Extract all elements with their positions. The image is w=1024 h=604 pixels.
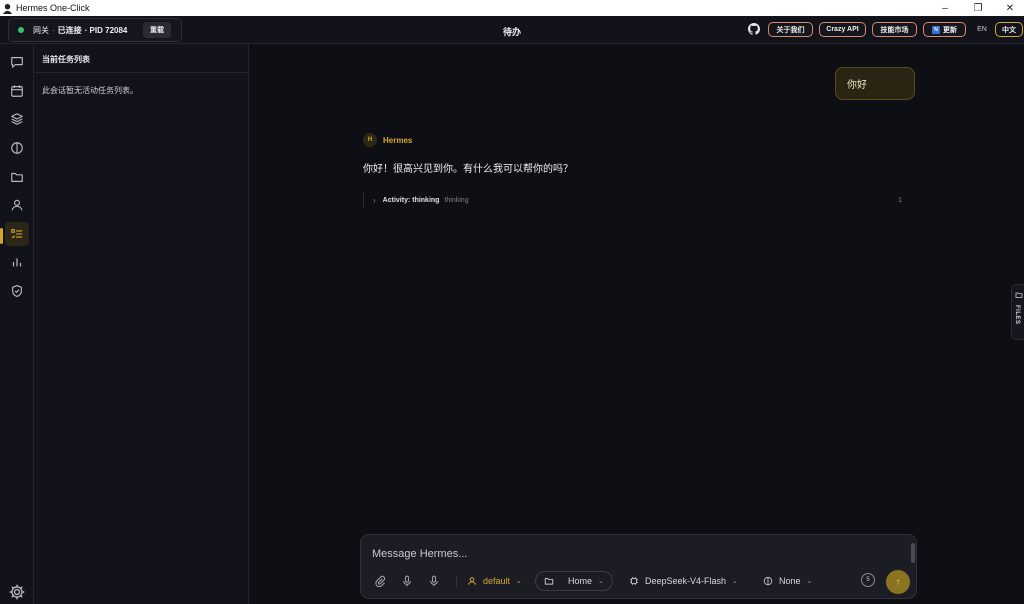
- skill-market-label: 技能市场: [880, 26, 909, 34]
- chevron-down-icon: ⌄: [806, 578, 813, 585]
- chat-area: 你好 H Hermes 你好！很高兴见到你。有什么我可以帮你的吗？ › Acti…: [249, 44, 1024, 604]
- sidebar-item-theme[interactable]: [5, 136, 29, 160]
- github-icon[interactable]: [748, 23, 760, 35]
- circle-half-icon: [11, 142, 23, 154]
- task-panel-empty-text: 此会话暂无活动任务列表。: [42, 86, 138, 95]
- folder-icon: [11, 172, 23, 182]
- minimize-button[interactable]: –: [929, 0, 961, 16]
- activity-label: Activity: thinking: [382, 196, 440, 204]
- bot-avatar: H: [363, 133, 377, 147]
- lang-en-button[interactable]: EN: [973, 22, 991, 37]
- sidebar-item-calendar[interactable]: [5, 79, 29, 103]
- gateway-label: 网关: [33, 25, 49, 35]
- about-label: 关于我们: [776, 26, 805, 34]
- sidebar-item-todo[interactable]: [5, 222, 29, 246]
- calendar-icon: [11, 85, 23, 97]
- attach-button[interactable]: [373, 574, 387, 588]
- sidebar-item-layers[interactable]: [5, 107, 29, 131]
- task-panel-divider: [34, 72, 249, 73]
- sidebar-item-profile[interactable]: [5, 193, 29, 217]
- shield-check-icon: [12, 285, 22, 297]
- chevron-right-icon: ›: [373, 195, 376, 205]
- gateway-sep: ·: [52, 25, 55, 35]
- context-usage-indicator[interactable]: 5: [861, 573, 875, 587]
- sidebar-active-indicator: [0, 228, 3, 244]
- toolbar-divider: [456, 575, 457, 587]
- todo-list-icon: [11, 229, 23, 239]
- bot-name: Hermes: [383, 136, 413, 145]
- skill-market-button[interactable]: 技能市场: [872, 22, 917, 37]
- window-titlebar: Hermes One-Click – ❐ ✕: [0, 0, 1024, 16]
- chip-icon: [629, 576, 639, 586]
- message-input[interactable]: [372, 546, 892, 562]
- send-button[interactable]: ↑: [886, 570, 910, 594]
- sidebar-item-security[interactable]: [5, 279, 29, 303]
- profile-selector[interactable]: default ⌄: [467, 571, 522, 591]
- microphone-icon: [430, 575, 438, 587]
- sidebar-item-stats[interactable]: [5, 250, 29, 274]
- sidebar-item-chat[interactable]: [5, 50, 29, 74]
- paperclip-icon: [375, 575, 386, 587]
- pid-label: · PID 72084: [84, 25, 128, 35]
- app-logo-icon: [2, 3, 13, 14]
- user-message-bubble: 你好: [835, 67, 915, 100]
- bar-chart-icon: [12, 258, 22, 267]
- sidebar: [0, 44, 34, 604]
- folder-icon: [1015, 292, 1023, 298]
- user-icon: [11, 199, 23, 211]
- reasoning-label: None: [779, 576, 801, 586]
- activity-count: 1: [898, 196, 902, 204]
- reasoning-selector[interactable]: None ⌄: [763, 571, 812, 591]
- sidebar-item-files[interactable]: [5, 165, 29, 189]
- reload-button[interactable]: 重载: [143, 22, 171, 38]
- folder-selector[interactable]: Home ⌄: [535, 571, 613, 591]
- layers-icon: [11, 113, 23, 125]
- task-panel: 当前任务列表 此会话暂无活动任务列表。: [34, 44, 249, 604]
- circle-half-icon: [763, 576, 773, 586]
- model-selector[interactable]: DeepSeek-V4-Flash ⌄: [629, 571, 738, 591]
- chat-icon: [11, 57, 23, 68]
- voice-input-button[interactable]: [400, 574, 414, 588]
- files-tab-label: FILES: [1014, 305, 1020, 325]
- maximize-button[interactable]: ❐: [962, 0, 994, 16]
- connected-label: 已连接: [57, 25, 82, 35]
- voice-mode-button[interactable]: [427, 574, 441, 588]
- chevron-down-icon: ⌄: [516, 578, 522, 585]
- task-panel-title: 当前任务列表: [42, 55, 90, 64]
- activity-row[interactable]: › Activity: thinking thinking 1: [363, 192, 908, 208]
- crazy-api-button[interactable]: Crazy API: [819, 22, 866, 37]
- about-button[interactable]: 关于我们: [768, 22, 813, 37]
- arrow-up-icon: ↑: [895, 576, 901, 588]
- composer-scrollbar[interactable]: [911, 543, 915, 563]
- update-button[interactable]: N 更新: [923, 22, 966, 37]
- crazy-api-label: Crazy API: [826, 26, 859, 33]
- files-tab[interactable]: FILES: [1011, 284, 1024, 340]
- update-badge: N: [932, 25, 940, 34]
- app-header: 网关 · 已连接 · PID 72084 重载 待办 关于我们 Crazy AP…: [0, 16, 1024, 44]
- gear-icon[interactable]: [8, 583, 26, 601]
- folder-icon: [544, 578, 554, 585]
- chevron-down-icon: ⌄: [598, 578, 604, 585]
- status-dot: [18, 27, 24, 33]
- model-label: DeepSeek-V4-Flash: [645, 576, 727, 586]
- message-composer: default ⌄ Home ⌄ DeepSeek-V4-Flash ⌄ Non…: [360, 534, 917, 599]
- user-message-text: 你好: [847, 80, 867, 91]
- microphone-icon: [403, 575, 411, 587]
- activity-sub: thinking: [444, 196, 469, 204]
- folder-label: Home: [568, 576, 593, 586]
- chevron-down-icon: ⌄: [732, 578, 738, 585]
- gateway-status: 网关 · 已连接 · PID 72084 重载: [8, 18, 182, 42]
- update-label: 更新: [943, 26, 957, 34]
- bot-message-text: 你好！很高兴见到你。有什么我可以帮你的吗？: [363, 164, 573, 175]
- user-icon: [468, 577, 476, 585]
- window-title: Hermes One-Click: [16, 3, 90, 13]
- close-button[interactable]: ✕: [994, 0, 1024, 16]
- lang-zh-button[interactable]: 中文: [995, 22, 1023, 37]
- profile-label: default: [483, 576, 511, 586]
